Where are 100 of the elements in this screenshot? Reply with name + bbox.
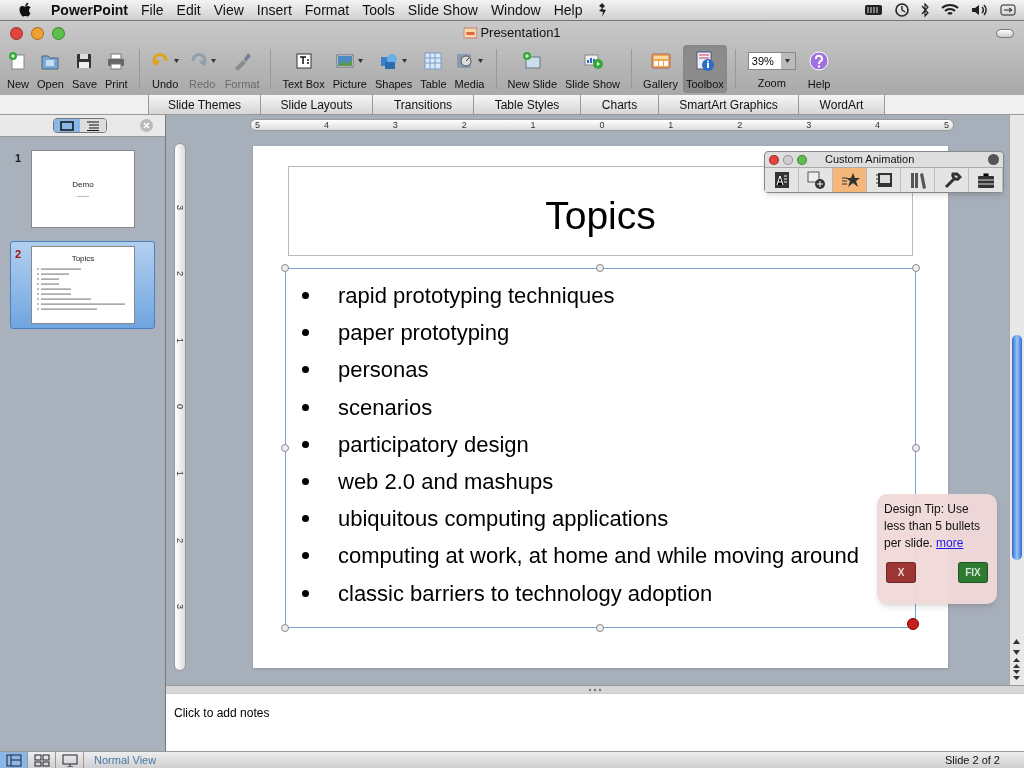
bullet-text: scenarios <box>338 393 433 422</box>
menu-item[interactable]: Help <box>553 0 583 21</box>
palette-tab[interactable] <box>799 168 833 192</box>
zoom-button[interactable] <box>797 154 807 165</box>
caret-icon <box>209 58 217 64</box>
thumbnail-title: Demo <box>72 181 94 189</box>
resize-handle[interactable] <box>912 264 920 272</box>
toolbar-button[interactable]: Gallery <box>640 45 681 93</box>
picture-icon <box>335 51 356 71</box>
palette-tab[interactable] <box>969 168 1003 192</box>
toolbar-button[interactable]: New <box>4 45 32 93</box>
palette-title: Custom Animation <box>825 152 915 168</box>
shapes-icon <box>379 51 400 71</box>
bullet-text: computing at work, at home and while moving around <box>338 542 859 571</box>
briefcase-icon <box>975 170 996 190</box>
bullet-text: web 2.0 and mashups <box>338 468 554 497</box>
slide-position: Slide 2 of 2 <box>944 752 1000 768</box>
outline-view-button[interactable] <box>80 119 106 132</box>
toolbar-button[interactable]: New Slide <box>504 45 561 93</box>
close-button[interactable] <box>769 154 779 165</box>
resize-handle[interactable] <box>281 444 289 452</box>
slide-thumbnail[interactable]: 2 Topics <box>10 241 155 329</box>
palette-tab[interactable] <box>833 168 867 192</box>
slide-sorter-icon <box>33 753 50 767</box>
menu-item[interactable]: Window <box>490 0 541 21</box>
menu-item[interactable]: Tools <box>362 0 395 21</box>
design-tip-marker[interactable] <box>907 618 919 630</box>
slide-show-icon <box>582 51 603 71</box>
toolbar-button[interactable]: Picture <box>329 45 370 93</box>
menu-item[interactable]: File <box>141 0 164 21</box>
resize-handle[interactable] <box>281 264 289 272</box>
toolbar-button[interactable]: Undo <box>147 45 183 93</box>
toolbar-button[interactable]: Save <box>68 45 100 93</box>
toolbar-toggle-button[interactable] <box>996 28 1014 38</box>
notes-field[interactable]: Click to add notes <box>166 693 1024 751</box>
palette-tab[interactable] <box>867 168 901 192</box>
fix-button[interactable]: FIX <box>958 562 988 583</box>
toolbar-button[interactable]: Table <box>417 45 450 93</box>
menu-item[interactable]: Insert <box>256 0 292 21</box>
new-document-icon <box>8 51 28 71</box>
dismiss-button[interactable]: X <box>886 562 916 583</box>
caret-icon <box>172 58 180 64</box>
ribbon-tab[interactable]: SmartArt Graphics <box>658 95 798 114</box>
toolbar-button[interactable]: Media <box>451 45 488 93</box>
clock-icon <box>894 2 910 18</box>
document-icon <box>463 27 478 39</box>
bullet-icon <box>302 515 309 523</box>
zoom-label: Zoom <box>757 76 786 91</box>
bullet-text: classic barriers to technology adoption <box>338 579 713 608</box>
resize-handle[interactable] <box>596 624 604 632</box>
palette-tab[interactable] <box>765 168 799 192</box>
palette-options-button[interactable] <box>988 154 999 165</box>
close-button[interactable] <box>10 26 23 40</box>
wifi-icon <box>940 2 960 18</box>
ribbon-tab[interactable]: Charts <box>580 95 658 114</box>
toolbar-button[interactable]: Print <box>102 45 131 93</box>
more-link[interactable]: more <box>936 536 964 550</box>
ribbon-tab[interactable]: Slide Themes <box>148 95 260 114</box>
slides-view-button[interactable] <box>54 119 80 132</box>
menu-item[interactable]: Slide Show <box>407 0 478 21</box>
normal-view-icon <box>5 753 22 767</box>
palette-tab[interactable] <box>935 168 969 192</box>
resize-handle[interactable] <box>912 444 920 452</box>
resize-handle[interactable] <box>281 624 289 632</box>
caret-icon <box>784 58 792 64</box>
media-icon <box>455 51 475 71</box>
ribbon-tab[interactable]: Slide Layouts <box>260 95 372 114</box>
minimize-button[interactable] <box>31 26 44 40</box>
toolbar-button[interactable]: Open <box>34 45 67 93</box>
ribbon-tab[interactable]: Transitions <box>372 95 473 114</box>
toolbar-button[interactable]: Text Box <box>279 45 328 93</box>
new-slide-icon <box>522 51 543 71</box>
window-title: Presentation1 <box>480 24 561 43</box>
palette-tab[interactable] <box>901 168 935 192</box>
toolbar-button[interactable]: Toolbox <box>682 45 727 93</box>
zoom-dropdown[interactable]: 39% <box>747 52 796 70</box>
ribbon-tab[interactable]: WordArt <box>798 95 885 114</box>
toolbar-button[interactable]: Slide Show <box>562 45 624 93</box>
design-tip-text: Design Tip: Use less than 5 bullets per slide. more <box>884 501 982 552</box>
bullet-text: rapid prototyping techniques <box>338 282 615 311</box>
close-icon <box>143 122 150 129</box>
ribbon-tab[interactable]: Table Styles <box>473 95 580 114</box>
horizontal-ruler[interactable]: 5 4 3 2 1 0 1 2 3 4 5 <box>250 119 954 131</box>
lines-icon <box>86 120 100 131</box>
menu-item[interactable]: Format <box>304 0 350 21</box>
scroll-thumb[interactable] <box>1012 335 1022 560</box>
zoom-button[interactable] <box>52 26 65 40</box>
bullet-icon <box>302 292 309 300</box>
resize-handle[interactable] <box>596 264 604 272</box>
view-switcher[interactable] <box>53 118 107 133</box>
toolbar-button[interactable]: Shapes <box>371 45 416 93</box>
bullet-icon <box>302 329 309 337</box>
view-button[interactable] <box>0 752 28 768</box>
help-button[interactable]: Help <box>801 45 837 93</box>
menu-item[interactable]: Edit <box>176 0 201 21</box>
caret-icon <box>401 58 409 64</box>
app-menu[interactable]: PowerPoint <box>51 0 128 21</box>
menu-item[interactable]: View <box>213 0 244 21</box>
toolbox-icon <box>694 51 715 71</box>
vertical-ruler[interactable]: 3 2 1 0 1 2 3 <box>174 143 186 671</box>
